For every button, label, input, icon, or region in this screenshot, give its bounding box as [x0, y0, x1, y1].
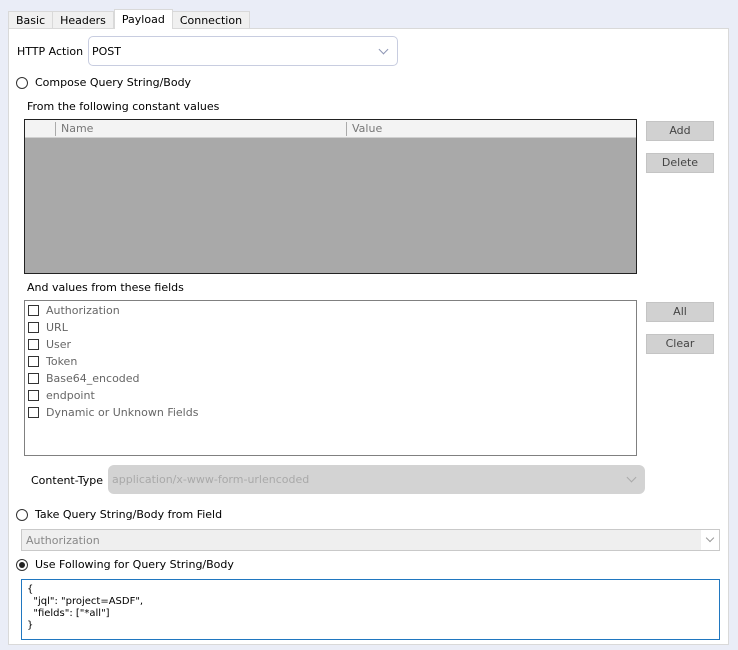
- checkbox[interactable]: [28, 390, 39, 401]
- field-label: User: [46, 338, 72, 351]
- constant-values-label: From the following constant values: [27, 100, 220, 113]
- field-item-url[interactable]: URL: [28, 319, 68, 336]
- grid-column-name[interactable]: Name: [57, 120, 93, 137]
- field-item-dynamic-unknown[interactable]: Dynamic or Unknown Fields: [28, 404, 198, 421]
- content-type-value: application/x-www-form-urlencoded: [112, 473, 310, 486]
- field-label: URL: [46, 321, 68, 334]
- field-item-token[interactable]: Token: [28, 353, 77, 370]
- checkbox[interactable]: [28, 356, 39, 367]
- compose-radio-label: Compose Query String/Body: [35, 76, 192, 89]
- dropdown-button[interactable]: [701, 530, 719, 550]
- field-item-base64-encoded[interactable]: Base64_encoded: [28, 370, 140, 387]
- tab-payload[interactable]: Payload: [113, 9, 173, 29]
- http-action-label: HTTP Action: [17, 45, 84, 58]
- source-field-value: Authorization: [26, 534, 100, 547]
- field-item-authorization[interactable]: Authorization: [28, 302, 120, 319]
- grid-column-value[interactable]: Value: [348, 120, 382, 137]
- checkbox[interactable]: [28, 373, 39, 384]
- content-type-label: Content-Type: [31, 474, 103, 487]
- field-label: endpoint: [46, 389, 95, 402]
- grid-column-separator: [55, 122, 56, 136]
- grid-column-separator: [346, 122, 347, 136]
- content-type-select[interactable]: application/x-www-form-urlencoded: [108, 465, 645, 494]
- field-item-user[interactable]: User: [28, 336, 71, 353]
- from-field-radio-label: Take Query String/Body from Field: [35, 508, 223, 521]
- clear-button[interactable]: Clear: [646, 334, 714, 354]
- field-label: Base64_encoded: [46, 372, 140, 385]
- chevron-down-icon: [705, 533, 715, 543]
- tab-basic[interactable]: Basic: [8, 11, 54, 29]
- http-action-value: POST: [92, 45, 121, 58]
- checkbox[interactable]: [28, 407, 39, 418]
- from-field-radio[interactable]: [16, 509, 28, 521]
- field-item-endpoint[interactable]: endpoint: [28, 387, 95, 404]
- add-button[interactable]: Add: [646, 121, 714, 141]
- field-label: Token: [46, 355, 78, 368]
- constant-values-grid[interactable]: Name Value: [24, 119, 637, 274]
- tab-connection[interactable]: Connection: [172, 11, 251, 29]
- tab-bar: Basic Headers Payload Connection: [8, 9, 251, 29]
- fields-label: And values from these fields: [27, 281, 184, 294]
- compose-radio[interactable]: [16, 77, 28, 89]
- delete-button[interactable]: Delete: [646, 153, 714, 173]
- checkbox[interactable]: [28, 322, 39, 333]
- checkbox[interactable]: [28, 339, 39, 350]
- query-body-textarea[interactable]: { "jql": "project=ASDF", "fields": ["*al…: [21, 579, 720, 640]
- use-following-radio[interactable]: [16, 559, 28, 571]
- http-action-select[interactable]: POST: [88, 36, 398, 66]
- grid-header: Name Value: [25, 120, 636, 138]
- tab-headers[interactable]: Headers: [53, 11, 114, 29]
- chevron-down-icon: [626, 472, 637, 483]
- field-label: Dynamic or Unknown Fields: [46, 406, 199, 419]
- source-field-select[interactable]: Authorization: [21, 529, 720, 551]
- fields-list[interactable]: Authorization URL User Token Base64_enco…: [24, 300, 637, 456]
- field-label: Authorization: [46, 304, 120, 317]
- use-following-radio-label: Use Following for Query String/Body: [35, 558, 234, 571]
- chevron-down-icon: [378, 44, 389, 55]
- checkbox[interactable]: [28, 305, 39, 316]
- grid-row-header-cell: [25, 120, 55, 137]
- all-button[interactable]: All: [646, 302, 714, 322]
